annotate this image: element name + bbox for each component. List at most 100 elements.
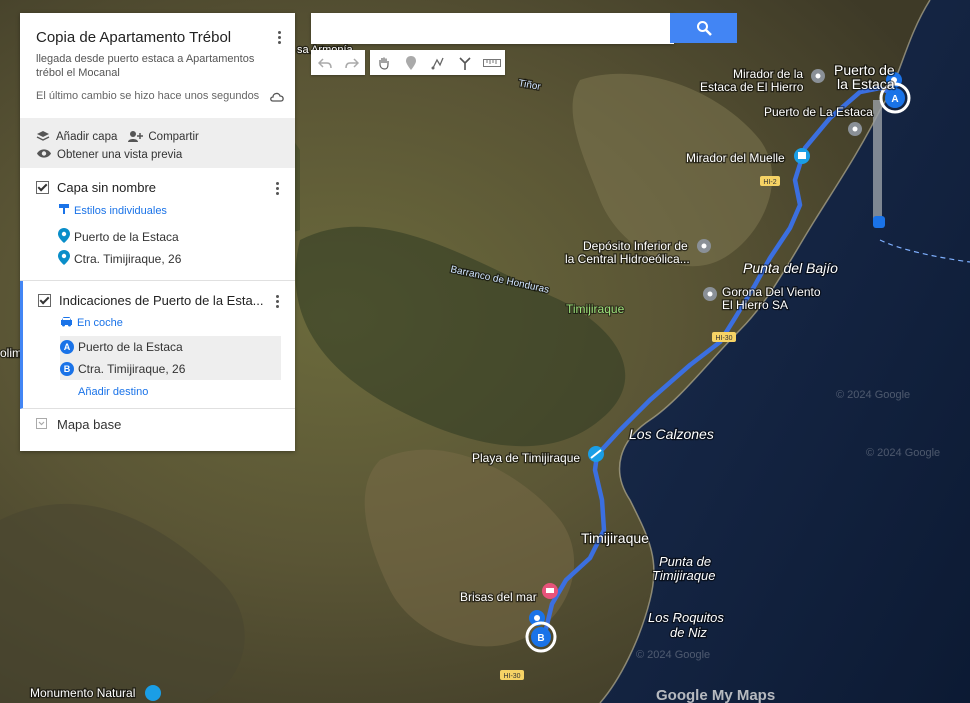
measure-button[interactable] (478, 50, 505, 75)
hand-icon (378, 57, 389, 70)
undo-button[interactable] (311, 50, 338, 75)
map-actions-bar: Añadir capa Compartir Obtener una vista … (20, 118, 295, 168)
copyright-watermark: © 2024 Google (636, 649, 710, 661)
map-label: Los Roquitos (648, 610, 724, 625)
redo-icon (344, 57, 359, 68)
map-sidebar-panel: Copia de Apartamento Trébol llegada desd… (20, 13, 295, 451)
add-destination-link[interactable]: Añadir destino (78, 386, 279, 398)
search-input[interactable] (311, 13, 674, 44)
redo-button[interactable] (338, 50, 365, 75)
monument-pin-icon[interactable] (145, 685, 161, 701)
draw-line-button[interactable] (424, 50, 451, 75)
marker-icon (405, 55, 416, 70)
layer-untitled: Capa sin nombre Estilos individuales Pue… (20, 168, 295, 281)
poi-pin-icon[interactable] (848, 122, 862, 136)
place-pin-icon (58, 250, 70, 268)
copyright-watermark: © 2024 Google (836, 389, 910, 401)
directions-button[interactable] (451, 50, 478, 75)
layer-directions: Indicaciones de Puerto de la Esta... En … (20, 281, 295, 409)
ferry-pin-icon[interactable] (873, 216, 885, 228)
beach-pin-icon[interactable] (588, 446, 604, 462)
google-my-maps-logo: Google My Maps (656, 687, 775, 703)
last-change-status: El último cambio se hizo hace unos segun… (36, 90, 260, 102)
map-label: Timijiraque (652, 568, 715, 583)
layer-options-kebab-icon[interactable] (269, 178, 285, 198)
route-marker-b-label: B (537, 633, 544, 644)
car-icon (60, 316, 73, 330)
map-label: Los Calzones (629, 426, 714, 442)
map-options-kebab-icon[interactable] (271, 27, 287, 47)
individual-styles-label: Estilos individuales (74, 204, 167, 217)
map-description[interactable]: llegada desde puerto estaca a Apartament… (36, 52, 258, 80)
add-marker-button[interactable] (397, 50, 424, 75)
add-layer-button[interactable]: Añadir capa (56, 131, 117, 143)
road-hi30-label: HI-30 (715, 335, 732, 342)
map-title-block: Copia de Apartamento Trébol llegada desd… (20, 13, 295, 110)
pier (873, 100, 882, 220)
route-marker-a-label: A (891, 94, 898, 105)
map-label: Estaca de El Hierro (700, 80, 804, 94)
chevron-down-icon (36, 417, 47, 432)
poi-pin-icon[interactable] (697, 239, 711, 253)
layer-title[interactable]: Indicaciones de Puerto de la Esta... (59, 293, 264, 308)
undo-icon (317, 57, 332, 68)
map-toolbar (311, 50, 505, 75)
map-label: Punta del Bajío (743, 260, 838, 276)
map-label: Punta de (659, 554, 711, 569)
place-label: Puerto de la Estaca (74, 230, 179, 244)
map-label: Mirador del Muelle (686, 151, 785, 165)
road-hi30-label: HI-30 (503, 673, 520, 680)
viewpoint-pin-icon[interactable] (794, 148, 810, 164)
route-stop-item[interactable]: B Ctra. Timijiraque, 26 (60, 358, 281, 380)
map-label: Brisas del mar (460, 590, 537, 604)
layer-visibility-checkbox[interactable] (36, 181, 49, 194)
stop-b-badge: B (60, 362, 74, 376)
add-layer-icon (36, 130, 50, 145)
ruler-icon (482, 58, 501, 67)
stop-a-badge: A (60, 340, 74, 354)
copyright-watermark: © 2024 Google (866, 447, 940, 459)
base-map-section[interactable]: Mapa base (20, 409, 295, 440)
map-label: de Niz (670, 625, 707, 640)
map-label: olim (0, 346, 22, 360)
layer-title[interactable]: Capa sin nombre (57, 180, 156, 195)
travel-mode-link[interactable]: En coche (60, 316, 279, 330)
pan-hand-button[interactable] (370, 50, 397, 75)
hotel-pin-icon[interactable] (542, 583, 558, 599)
place-pin-icon (58, 228, 70, 246)
share-button[interactable]: Compartir (148, 131, 198, 143)
map-label: la Central Hidroeólica... (565, 252, 690, 266)
map-label: El Hierro SA (722, 298, 788, 312)
map-label: Depósito Inferior de (583, 239, 688, 253)
search-button[interactable] (670, 13, 737, 43)
map-label: Puerto de La Estaca (764, 105, 873, 119)
route-marker-b[interactable]: B (525, 621, 557, 653)
cloud-saved-icon (270, 92, 284, 102)
stop-label: Puerto de la Estaca (78, 340, 183, 354)
travel-mode-label: En coche (77, 317, 123, 329)
poi-pin-icon[interactable] (703, 287, 717, 301)
place-item[interactable]: Ctra. Timijiraque, 26 (58, 248, 279, 270)
paint-roller-icon (58, 203, 70, 218)
directions-icon (458, 56, 471, 70)
route-stop-item[interactable]: A Puerto de la Estaca (60, 336, 281, 358)
stop-label: Ctra. Timijiraque, 26 (78, 362, 186, 376)
map-title[interactable]: Copia de Apartamento Trébol (36, 29, 279, 46)
layer-visibility-checkbox[interactable] (38, 294, 51, 307)
search-icon (696, 21, 712, 36)
preview-button[interactable]: Obtener una vista previa (57, 149, 182, 161)
map-label: Mirador de la (733, 67, 803, 81)
road-hi2-label: HI-2 (763, 179, 776, 186)
map-label: Gorona Del Viento (722, 285, 821, 299)
map-label: Monumento Natural (30, 686, 135, 700)
add-person-icon (127, 130, 144, 145)
eye-icon (36, 148, 52, 162)
individual-styles-link[interactable]: Estilos individuales (58, 203, 279, 218)
map-label: Playa de Timijiraque (472, 451, 580, 465)
map-label: la Estaca (837, 76, 895, 92)
layer-options-kebab-icon[interactable] (269, 291, 285, 311)
place-item[interactable]: Puerto de la Estaca (58, 226, 279, 248)
map-label: Timijiraque (581, 530, 649, 546)
place-label: Ctra. Timijiraque, 26 (74, 252, 182, 266)
poi-pin-icon[interactable] (811, 69, 825, 83)
